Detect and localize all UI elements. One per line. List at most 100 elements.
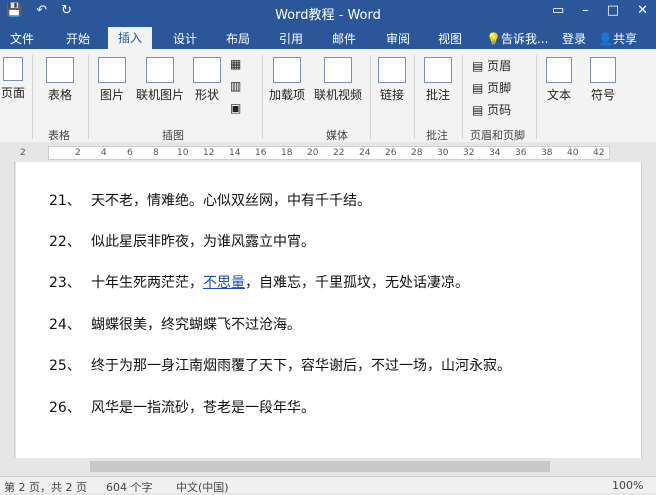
hyperlink[interactable]: 不思量 — [203, 275, 245, 291]
tab-mailings[interactable]: 邮件 — [332, 30, 356, 47]
vertical-ruler[interactable] — [0, 162, 15, 458]
screenshot-button[interactable]: ▣ — [230, 101, 241, 115]
minimize-button[interactable]: – — [582, 3, 589, 18]
addins-label: 加载项 — [268, 88, 305, 102]
symbol-button[interactable]: 符号 — [586, 57, 620, 103]
online-picture-button[interactable]: 联机图片 — [132, 57, 188, 103]
divider — [462, 55, 463, 139]
tab-layout[interactable]: 布局 — [226, 30, 250, 47]
group-label-media: 媒体 — [326, 129, 348, 142]
document-page[interactable]: 21、 天不老，情难绝。心似双丝网，中有千千结。 22、 似此星辰非昨夜，为谁风露立… — [16, 162, 642, 458]
online-picture-label: 联机图片 — [135, 88, 184, 102]
language-indicator[interactable]: 中文(中国) — [176, 479, 229, 495]
list-text: 风华是一指流砂，苍老是一段年华。 — [91, 400, 315, 416]
title-bar: 💾 ↶ ↻ Word教程 - Word ▭ – □ ✕ — [0, 0, 656, 25]
list-item: 24、 蝴蝶很美，终究蝴蝶飞不过沧海。 — [49, 314, 301, 334]
tab-design[interactable]: 设计 — [173, 30, 197, 47]
share-button[interactable]: 👤共享 — [598, 30, 637, 47]
divider — [32, 55, 33, 139]
page-number-label: 页码 — [487, 103, 512, 117]
page-number-icon: ▤ — [472, 103, 484, 117]
ruler-tick: 6 — [127, 148, 133, 158]
footer-label: 页脚 — [487, 81, 512, 95]
ruler-tick: 4 — [101, 148, 107, 158]
link-button[interactable]: 链接 — [374, 57, 410, 103]
ruler-tick: 10 — [177, 148, 189, 158]
chart-button[interactable]: ▥ — [230, 79, 241, 93]
footer-button[interactable]: ▤ 页脚 — [472, 79, 511, 96]
window-controls: ▭ – □ ✕ — [552, 3, 648, 18]
list-number: 22、 — [49, 234, 81, 250]
comment-button[interactable]: 批注 — [420, 57, 456, 103]
list-number: 24、 — [49, 317, 81, 333]
lightbulb-icon: 💡 — [486, 32, 501, 46]
online-video-label: 联机视频 — [313, 88, 362, 102]
list-item: 21、 天不老，情难绝。心似双丝网，中有千千结。 — [49, 190, 371, 210]
ruler-tick: 28 — [411, 148, 423, 158]
online-video-button[interactable]: 联机视频 — [310, 57, 366, 103]
ruler-tick: 24 — [359, 148, 371, 158]
table-icon — [46, 57, 74, 83]
group-label-comments: 批注 — [426, 129, 448, 142]
ribbon-insert: 页面 表格 表格 图片 联机图片 形状 ▦ ▥ ▣ 插图 加载项 联机视频 媒体… — [0, 49, 656, 143]
list-number: 23、 — [49, 275, 81, 291]
ruler-tick: 14 — [229, 148, 241, 158]
group-label-illustrations: 插图 — [162, 129, 184, 142]
login-link[interactable]: 登录 — [562, 30, 586, 47]
close-button[interactable]: ✕ — [637, 3, 648, 18]
text-icon — [546, 57, 572, 83]
group-label-header-footer: 页眉和页脚 — [470, 129, 525, 142]
addins-icon — [273, 57, 301, 83]
page-icon — [3, 57, 23, 81]
shapes-button[interactable]: 形状 — [190, 57, 224, 103]
ribbon-display-icon[interactable]: ▭ — [552, 3, 564, 18]
addins-button[interactable]: 加载项 — [266, 57, 308, 103]
person-icon: 👤 — [598, 32, 613, 46]
ruler-tick: 2 — [20, 148, 26, 158]
ruler-tick: 8 — [153, 148, 159, 158]
horizontal-scrollbar[interactable] — [16, 458, 642, 476]
video-icon — [324, 57, 352, 83]
share-label: 共享 — [612, 32, 637, 46]
ribbon-tabs: 文件 开始 插入 设计 布局 引用 邮件 审阅 视图 💡告诉我... 登录 👤共… — [0, 25, 656, 52]
list-text: 蝴蝶很美，终究蝴蝶飞不过沧海。 — [91, 317, 301, 333]
tell-me-search[interactable]: 💡告诉我... — [486, 30, 548, 47]
ruler-tick: 40 — [567, 148, 579, 158]
word-count[interactable]: 604 个字 — [106, 479, 153, 495]
list-item: 22、 似此星辰非昨夜，为谁风露立中宵。 — [49, 231, 315, 251]
scroll-thumb[interactable] — [90, 461, 550, 472]
chart-icon: ▥ — [230, 79, 242, 93]
tab-file[interactable]: 文件 — [10, 30, 34, 47]
ruler-tick: 30 — [437, 148, 449, 158]
link-icon — [378, 57, 406, 83]
divider — [262, 55, 263, 139]
comment-label: 批注 — [425, 88, 450, 102]
header-button[interactable]: ▤ 页眉 — [472, 57, 511, 74]
list-text: 终于为那一身江南烟雨覆了天下，容华谢后，不过一场，山河永寂。 — [91, 358, 511, 374]
tab-references[interactable]: 引用 — [279, 30, 303, 47]
footer-icon: ▤ — [472, 81, 484, 95]
maximize-button[interactable]: □ — [607, 3, 619, 18]
list-text: 似此星辰非昨夜，为谁风露立中宵。 — [91, 234, 315, 250]
omega-icon — [590, 57, 616, 83]
pages-button[interactable]: 页面 — [0, 57, 26, 101]
tab-home[interactable]: 开始 — [66, 30, 90, 47]
picture-label: 图片 — [99, 88, 124, 102]
picture-button[interactable]: 图片 — [94, 57, 130, 103]
text-button[interactable]: 文本 — [542, 57, 576, 103]
ruler-tick: 2 — [75, 148, 81, 158]
tab-view[interactable]: 视图 — [438, 30, 462, 47]
horizontal-ruler[interactable]: 2 2 4 6 8 10 12 14 16 18 20 22 24 26 28 … — [0, 142, 656, 163]
smartart-button[interactable]: ▦ — [230, 57, 241, 71]
zoom-level[interactable]: 100% — [612, 479, 643, 492]
ruler-tick: 36 — [515, 148, 527, 158]
page-count[interactable]: 第 2 页，共 2 页 — [4, 479, 87, 495]
ruler-tick: 16 — [255, 148, 267, 158]
tab-review[interactable]: 审阅 — [386, 30, 410, 47]
table-button[interactable]: 表格 — [40, 57, 80, 103]
ruler-tick: 18 — [281, 148, 293, 158]
page-number-button[interactable]: ▤ 页码 — [472, 101, 511, 118]
ruler-tick: 12 — [203, 148, 215, 158]
ruler-tick: 34 — [489, 148, 501, 158]
vertical-scrollbar[interactable] — [641, 162, 656, 458]
